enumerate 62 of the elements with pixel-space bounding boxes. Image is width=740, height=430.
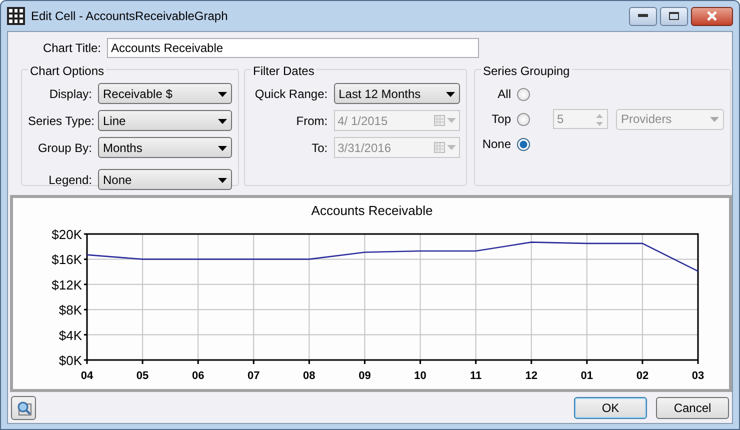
caret-icon	[710, 117, 719, 122]
magnifier-icon	[16, 400, 32, 416]
axis-label: $0K	[58, 353, 82, 368]
preview-button[interactable]	[11, 396, 36, 420]
field-label: To:	[310, 140, 328, 156]
dropdown[interactable]: Line	[98, 110, 232, 131]
dropdown[interactable]: Receivable $	[98, 83, 232, 104]
axis-label: $16K	[52, 252, 82, 268]
minimize-button[interactable]	[629, 6, 657, 26]
axis-label: 10	[414, 370, 426, 382]
caret-icon	[446, 92, 455, 97]
chart-title: Accounts Receivable	[311, 203, 433, 218]
axis-label: $12K	[52, 277, 82, 292]
field-label: Group By:	[36, 140, 92, 156]
caret-icon	[447, 118, 456, 123]
radio-button[interactable]	[517, 88, 530, 100]
chart-title-field[interactable]: Accounts Receivable	[107, 38, 479, 58]
axis-label: 03	[692, 370, 704, 382]
cancel-button[interactable]: Cancel	[656, 396, 729, 418]
caret-icon	[447, 145, 456, 150]
caret-icon	[218, 178, 227, 183]
radio-button[interactable]	[517, 112, 530, 126]
calendar-icon	[434, 115, 445, 126]
radio-label: Top	[490, 111, 511, 128]
axis-label: 01	[580, 370, 594, 382]
axis-label: 09	[358, 370, 371, 382]
window-title: Edit Cell - AccountsReceivableGraph	[31, 8, 228, 25]
dropdown[interactable]: Last 12 Months	[334, 83, 460, 104]
calendar-icon	[434, 142, 445, 153]
caret-icon	[218, 146, 227, 151]
axis-label: $4K	[58, 328, 82, 343]
dropdown[interactable]: Months	[98, 137, 232, 158]
radio-label: All	[496, 86, 511, 103]
axis-label: 07	[248, 370, 260, 382]
maximize-button[interactable]	[660, 6, 688, 26]
ok-button[interactable]: OK	[574, 396, 647, 418]
field-label: Series Type:	[28, 112, 92, 130]
axis-label: $20K	[52, 227, 82, 242]
axis-label: 02	[636, 370, 649, 382]
axis-label: 12	[525, 370, 538, 382]
field-label: Display:	[48, 86, 92, 102]
caret-icon	[218, 92, 227, 97]
grid-icon	[7, 7, 25, 25]
axis-label: 06	[192, 370, 204, 382]
caret-icon	[218, 118, 227, 124]
spinner-arrows-icon	[595, 112, 604, 128]
field-label: Chart Title:	[42, 40, 101, 57]
field-label: From:	[295, 112, 328, 130]
field-label: Legend:	[48, 172, 92, 188]
axis-label: 11	[470, 370, 482, 382]
radio-button[interactable]	[517, 138, 530, 150]
maximize-icon	[669, 12, 679, 20]
close-icon	[706, 11, 718, 21]
close-button[interactable]	[691, 6, 733, 26]
axis-label: 08	[303, 370, 316, 382]
axis-label: 04	[80, 370, 94, 382]
axis-label: 05	[136, 370, 149, 382]
minimize-icon	[638, 14, 648, 18]
radio-label: None	[481, 136, 511, 153]
dropdown[interactable]: None	[98, 169, 232, 190]
field-label: Quick Range:	[254, 86, 328, 102]
axis-label: $8K	[58, 302, 82, 318]
